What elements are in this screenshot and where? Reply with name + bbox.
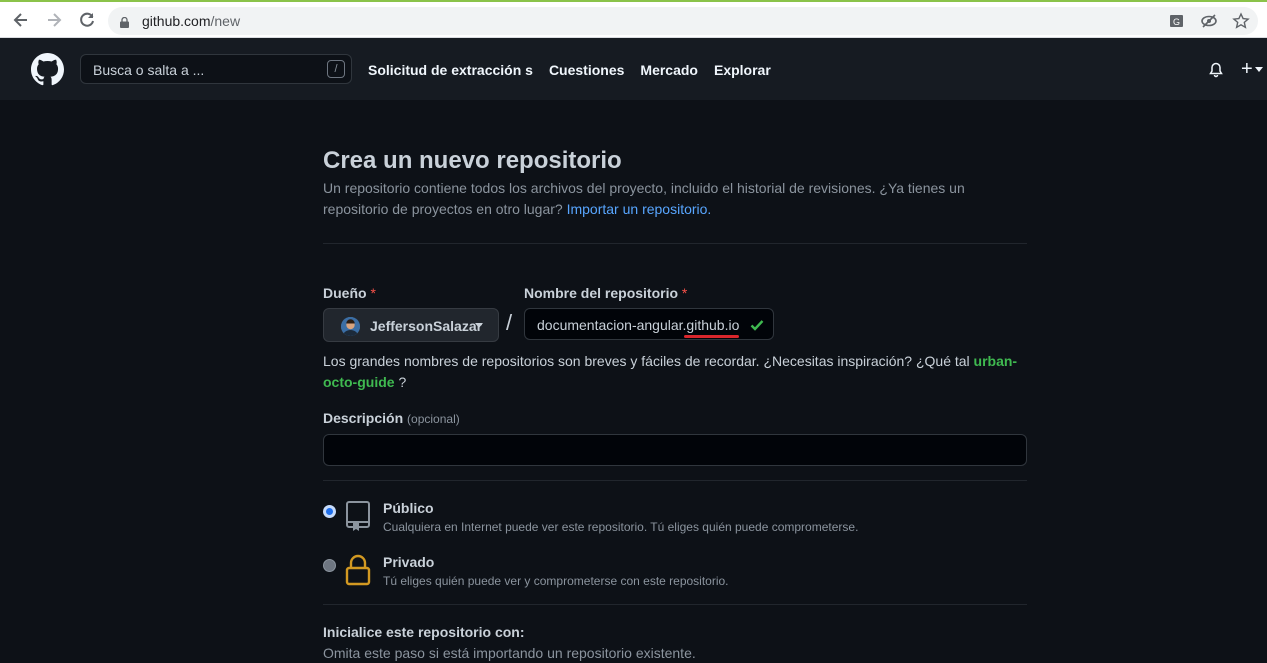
search-input[interactable]: Busca o salta a ... / — [80, 54, 352, 84]
page-title: Crea un nuevo repositorio — [323, 147, 622, 174]
url-text: github.com/new — [142, 13, 241, 29]
create-new-menu[interactable]: + — [1241, 58, 1263, 80]
eye-off-icon[interactable] — [1200, 12, 1218, 30]
spellcheck-underline — [684, 335, 739, 338]
init-desc: Omita este paso si está importando un re… — [323, 645, 696, 661]
forward-icon[interactable] — [43, 9, 65, 31]
page-subtitle: Un repositorio contiene todos los archiv… — [323, 180, 965, 217]
avatar — [341, 317, 360, 336]
owner-name: JeffersonSalazar — [370, 318, 483, 334]
translate-icon[interactable]: G — [1168, 12, 1186, 30]
nav-explore[interactable]: Explorar — [714, 62, 771, 78]
divider — [323, 480, 1027, 481]
public-desc: Cualquiera en Internet puede ver este re… — [383, 520, 859, 534]
repo-name-hint: Los grandes nombres de repositorios son … — [323, 353, 1018, 390]
bell-icon[interactable] — [1208, 62, 1224, 78]
plus-icon: + — [1241, 58, 1253, 80]
import-repo-link[interactable]: Importar un repositorio. — [567, 201, 712, 217]
private-title: Privado — [383, 554, 435, 570]
nav-issues[interactable]: Cuestiones — [549, 62, 624, 78]
public-title: Público — [383, 500, 434, 516]
global-nav: Solicitud de extracción s Cuestiones Mer… — [368, 62, 771, 78]
divider — [323, 243, 1027, 244]
star-icon[interactable] — [1232, 12, 1250, 30]
description-input[interactable] — [323, 434, 1027, 466]
init-title: Inicialice este repositorio con: — [323, 624, 525, 640]
repo-name-value: documentacion-angular.github.io — [537, 317, 740, 333]
repo-name-label: Nombre del repositorio * — [524, 285, 688, 301]
github-header: Busca o salta a ... / Solicitud de extra… — [0, 38, 1267, 100]
caret-down-icon — [475, 323, 483, 328]
private-desc: Tú eliges quién puede ver y comprometers… — [383, 574, 729, 588]
browser-toolbar: github.com/new G — [0, 0, 1267, 38]
svg-text:G: G — [1173, 17, 1180, 27]
lock-icon — [120, 15, 129, 28]
nav-marketplace[interactable]: Mercado — [640, 62, 698, 78]
chevron-down-icon — [1254, 67, 1263, 73]
reload-icon[interactable] — [76, 9, 98, 31]
description-label: Descripción (opcional) — [323, 410, 460, 426]
repo-name-input[interactable]: documentacion-angular.github.io — [524, 308, 774, 340]
check-icon — [749, 317, 765, 333]
private-radio[interactable] — [323, 559, 336, 572]
owner-label: Dueño * — [323, 285, 376, 301]
search-placeholder: Busca o salta a ... — [93, 62, 205, 78]
lock-icon — [345, 554, 371, 586]
owner-repo-separator: / — [506, 310, 513, 335]
owner-select[interactable]: JeffersonSalazar — [323, 308, 499, 342]
back-icon[interactable] — [10, 9, 32, 31]
public-radio[interactable] — [323, 505, 336, 518]
github-logo-icon[interactable] — [31, 53, 64, 86]
divider — [323, 604, 1027, 605]
address-bar[interactable]: github.com/new G — [108, 7, 1258, 35]
nav-pull-requests[interactable]: Solicitud de extracción s — [368, 62, 533, 78]
search-shortcut-key: / — [327, 60, 345, 78]
repo-icon — [345, 500, 371, 532]
